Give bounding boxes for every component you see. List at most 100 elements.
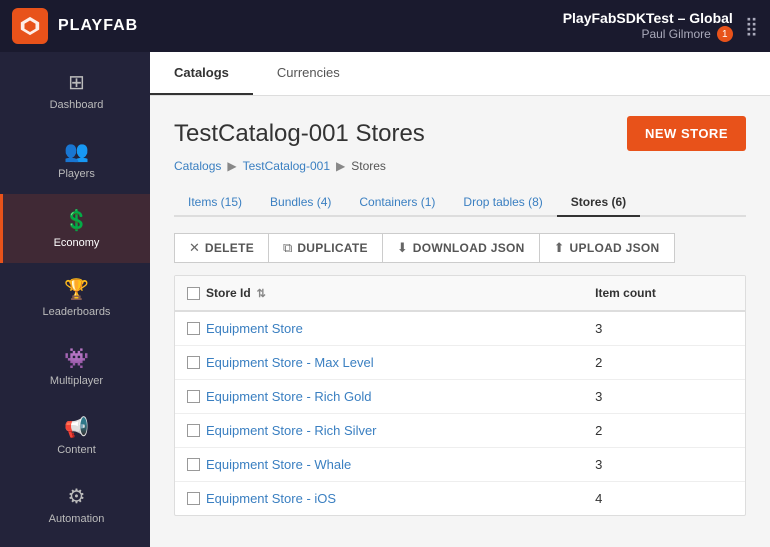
header-left: PLAYFAB [12, 8, 138, 44]
sidebar-label-leaderboards: Leaderboards [43, 306, 111, 318]
sub-tab-stores[interactable]: Stores (6) [557, 189, 640, 217]
toolbar: ✕ DELETE ⧉ DUPLICATE ⬇ DOWNLOAD JSON ⬆ U… [174, 233, 746, 263]
delete-label: DELETE [205, 241, 254, 255]
layout: ⊞ Dashboard 👥 Players 💲 Economy 🏆 Leader… [0, 52, 770, 547]
sidebar-item-players[interactable]: 👥 Players [0, 125, 150, 194]
breadcrumb-sep-1: ▶ [227, 159, 236, 173]
new-store-button[interactable]: NEW STORE [627, 116, 746, 151]
duplicate-icon: ⧉ [283, 240, 292, 256]
sub-tab-bundles[interactable]: Bundles (4) [256, 189, 345, 217]
tab-catalogs[interactable]: Catalogs [150, 52, 253, 95]
download-icon: ⬇ [397, 240, 408, 256]
header: PLAYFAB PlayFabSDKTest – Global Paul Gil… [0, 0, 770, 52]
sidebar-item-economy[interactable]: 💲 Economy [0, 194, 150, 263]
sidebar-item-content[interactable]: 📢 Content [0, 401, 150, 470]
table: Store Id ⇅ Item count Equipment Store [175, 276, 745, 515]
upload-icon: ⬆ [554, 240, 565, 256]
logo-icon[interactable] [12, 8, 48, 44]
table-row: Equipment Store - Max Level 2 [175, 346, 745, 380]
page-title: TestCatalog-001 Stores [174, 120, 425, 148]
logo-text: PLAYFAB [58, 17, 138, 35]
row-checkbox[interactable] [187, 458, 200, 471]
sidebar-label-players: Players [58, 168, 95, 180]
project-title: PlayFabSDKTest – Global [563, 10, 733, 26]
duplicate-label: DUPLICATE [297, 241, 367, 255]
store-link[interactable]: Equipment Store - Rich Silver [206, 423, 377, 438]
item-count-cell: 2 [583, 346, 745, 380]
store-id-cell: Equipment Store - Whale [175, 448, 583, 482]
item-count-cell: 3 [583, 311, 745, 346]
sort-icon: ⇅ [257, 287, 266, 300]
sidebar-item-leaderboards[interactable]: 🏆 Leaderboards [0, 263, 150, 332]
breadcrumb-sep-2: ▶ [336, 159, 345, 173]
header-checkbox[interactable] [187, 287, 200, 300]
row-checkbox[interactable] [187, 390, 200, 403]
upload-json-button[interactable]: ⬆ UPLOAD JSON [539, 233, 675, 263]
store-link[interactable]: Equipment Store - Whale [206, 457, 351, 472]
store-id-cell: Equipment Store - Max Level [175, 346, 583, 380]
duplicate-button[interactable]: ⧉ DUPLICATE [268, 233, 382, 263]
item-count-cell: 3 [583, 448, 745, 482]
breadcrumb: Catalogs ▶ TestCatalog-001 ▶ Stores [174, 159, 746, 173]
main-content: Catalogs Currencies TestCatalog-001 Stor… [150, 52, 770, 547]
item-count-cell: 4 [583, 482, 745, 516]
sidebar-label-multiplayer: Multiplayer [50, 375, 103, 387]
multiplayer-icon: 👾 [64, 346, 89, 371]
download-label: DOWNLOAD JSON [413, 241, 525, 255]
row-checkbox[interactable] [187, 322, 200, 335]
item-count-cell: 2 [583, 414, 745, 448]
item-count-cell: 3 [583, 380, 745, 414]
header-right: PlayFabSDKTest – Global Paul Gilmore 1 ⣿ [563, 10, 758, 42]
leaderboards-icon: 🏆 [64, 277, 89, 302]
table-row: Equipment Store 3 [175, 311, 745, 346]
table-row: Equipment Store - iOS 4 [175, 482, 745, 516]
user-name: Paul Gilmore [641, 27, 710, 41]
table-row: Equipment Store - Rich Gold 3 [175, 380, 745, 414]
sub-tab-items[interactable]: Items (15) [174, 189, 256, 217]
download-json-button[interactable]: ⬇ DOWNLOAD JSON [382, 233, 539, 263]
table-head: Store Id ⇅ Item count [175, 276, 745, 311]
store-link[interactable]: Equipment Store - Max Level [206, 355, 374, 370]
store-id-cell: Equipment Store - Rich Silver [175, 414, 583, 448]
delete-button[interactable]: ✕ DELETE [174, 233, 268, 263]
table-row: Equipment Store - Whale 3 [175, 448, 745, 482]
store-link[interactable]: Equipment Store - Rich Gold [206, 389, 371, 404]
sidebar-item-automation[interactable]: ⚙ Automation [0, 470, 150, 539]
table-body: Equipment Store 3 Equipment Store - Max … [175, 311, 745, 515]
sidebar-item-dashboard[interactable]: ⊞ Dashboard [0, 56, 150, 125]
row-checkbox[interactable] [187, 492, 200, 505]
store-link[interactable]: Equipment Store - iOS [206, 491, 336, 506]
store-id-cell: Equipment Store - iOS [175, 482, 583, 516]
sidebar-label-economy: Economy [54, 237, 100, 249]
sidebar: ⊞ Dashboard 👥 Players 💲 Economy 🏆 Leader… [0, 52, 150, 547]
table-row: Equipment Store - Rich Silver 2 [175, 414, 745, 448]
col-store-id: Store Id ⇅ [175, 276, 583, 311]
automation-icon: ⚙ [68, 484, 86, 509]
breadcrumb-catalogs[interactable]: Catalogs [174, 159, 221, 173]
upload-label: UPLOAD JSON [570, 241, 660, 255]
header-user: PlayFabSDKTest – Global Paul Gilmore 1 [563, 10, 733, 42]
tab-currencies[interactable]: Currencies [253, 52, 364, 95]
breadcrumb-catalog-name[interactable]: TestCatalog-001 [243, 159, 330, 173]
header-sub: Paul Gilmore 1 [563, 26, 733, 42]
sidebar-label-content: Content [57, 444, 96, 456]
tabs-bar: Catalogs Currencies [150, 52, 770, 96]
sub-tab-containers[interactable]: Containers (1) [345, 189, 449, 217]
content-icon: 📢 [64, 415, 89, 440]
store-link[interactable]: Equipment Store [206, 321, 303, 336]
store-id-cell: Equipment Store - Rich Gold [175, 380, 583, 414]
sidebar-item-analytics[interactable]: 📊 Analytics [0, 539, 150, 547]
row-checkbox[interactable] [187, 356, 200, 369]
sidebar-label-dashboard: Dashboard [50, 99, 104, 111]
sidebar-item-multiplayer[interactable]: 👾 Multiplayer [0, 332, 150, 401]
store-id-cell: Equipment Store [175, 311, 583, 346]
sub-tab-drop-tables[interactable]: Drop tables (8) [449, 189, 556, 217]
row-checkbox[interactable] [187, 424, 200, 437]
breadcrumb-current: Stores [351, 159, 386, 173]
col-item-count: Item count [583, 276, 745, 311]
grid-icon[interactable]: ⣿ [745, 16, 758, 37]
sidebar-label-automation: Automation [49, 513, 105, 525]
players-icon: 👥 [64, 139, 89, 164]
playfab-logo-svg [19, 15, 41, 37]
notification-badge[interactable]: 1 [717, 26, 733, 42]
